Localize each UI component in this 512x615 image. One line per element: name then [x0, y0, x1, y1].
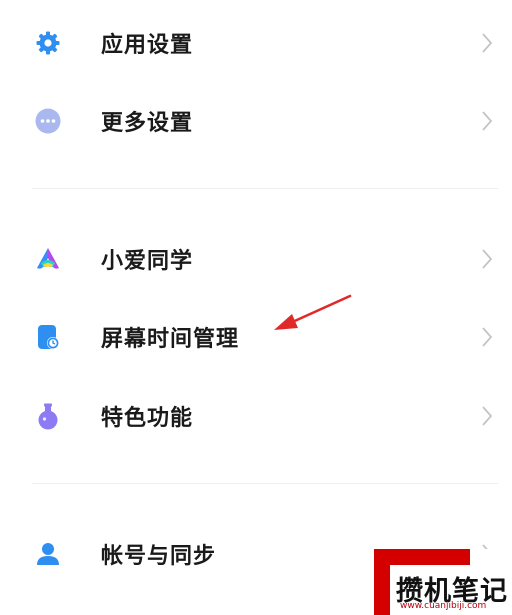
- settings-item-xiaoai[interactable]: 小爱同学: [0, 227, 512, 291]
- settings-item-label: 更多设置: [101, 111, 194, 136]
- settings-item-label: 小爱同学: [101, 249, 194, 274]
- settings-item-label: 帐号与同步: [101, 544, 217, 569]
- settings-item-label: 特色功能: [101, 406, 194, 431]
- screen-time-icon: [34, 323, 62, 351]
- chevron-right-icon: [482, 327, 493, 347]
- chevron-right-icon: [482, 33, 493, 53]
- settings-item-label: 应用设置: [101, 33, 194, 58]
- settings-item-app-settings[interactable]: 应用设置: [0, 11, 512, 75]
- chevron-right-icon: [482, 249, 493, 269]
- flask-icon: [34, 402, 62, 430]
- settings-screen: 应用设置 更多设置 小爱同学 屏幕时间管理 特色功能 帐号与同步 攒机笔记 ww…: [0, 0, 512, 615]
- watermark-logo: 攒机笔记 www.cuanjibiji.com: [374, 549, 512, 615]
- more-dots-icon: [34, 107, 62, 135]
- section-divider: [32, 188, 498, 189]
- chevron-right-icon: [482, 406, 493, 426]
- person-icon: [34, 540, 62, 568]
- section-divider: [32, 483, 498, 484]
- settings-item-more-settings[interactable]: 更多设置: [0, 89, 512, 153]
- annotation-arrow-icon: [274, 294, 352, 330]
- xiaoai-logo-icon: [34, 245, 62, 273]
- gear-icon: [34, 29, 62, 57]
- settings-item-label: 屏幕时间管理: [101, 327, 240, 352]
- chevron-right-icon: [482, 111, 493, 131]
- watermark-url: www.cuanjibiji.com: [400, 601, 487, 611]
- settings-item-screen-time[interactable]: 屏幕时间管理: [0, 305, 512, 369]
- watermark-red-bar: [374, 549, 390, 615]
- settings-item-special-features[interactable]: 特色功能: [0, 384, 512, 448]
